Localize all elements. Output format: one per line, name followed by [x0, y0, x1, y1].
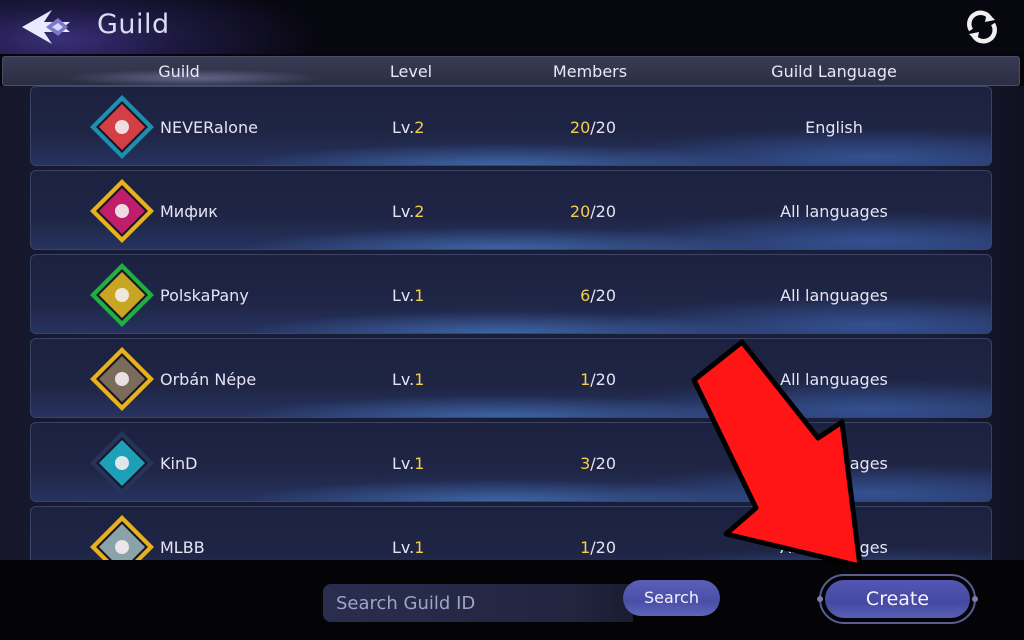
level-value: 1 — [414, 454, 425, 473]
guild-row[interactable]: Orbán Népe Lv.1 1/20 All languages — [30, 338, 992, 418]
guild-members: 1/20 — [566, 538, 616, 557]
guild-level: Lv.1 — [392, 454, 424, 473]
level-prefix: Lv. — [392, 286, 415, 305]
guild-row[interactable]: Мифик Lv.2 20/20 All languages — [30, 170, 992, 250]
column-header-level: Level — [389, 62, 433, 81]
guild-language: All languages — [780, 370, 888, 389]
guild-list[interactable]: NEVERalone Lv.2 20/20 English Мифик Lv.2 20/20… — [0, 86, 1024, 560]
guild-level: Lv.2 — [392, 202, 424, 221]
demon-cat-emblem-icon — [90, 179, 154, 243]
members-max: /20 — [590, 118, 616, 137]
refresh-button[interactable] — [963, 8, 1001, 46]
guild-name: NEVERalone — [160, 118, 258, 137]
crown-emblem-icon — [90, 95, 154, 159]
guild-level: Lv.1 — [392, 538, 424, 557]
horned-skull-emblem-icon — [90, 431, 154, 495]
members-current: 1 — [580, 538, 591, 557]
guild-name: PolskaPany — [160, 286, 249, 305]
guild-members: 3/20 — [566, 454, 616, 473]
members-max: /20 — [590, 538, 616, 557]
guild-row[interactable]: PolskaPany Lv.1 6/20 All languages — [30, 254, 992, 334]
level-value: 1 — [414, 286, 425, 305]
bottom-bar: Search Create — [0, 560, 1024, 640]
guild-row[interactable]: NEVERalone Lv.2 20/20 English — [30, 86, 992, 166]
spiral-emblem-icon — [90, 347, 154, 411]
guild-members: 20/20 — [566, 118, 616, 137]
guild-members: 6/20 — [566, 286, 616, 305]
create-button[interactable]: Create — [817, 574, 978, 624]
level-prefix: Lv. — [392, 118, 415, 137]
level-prefix: Lv. — [392, 538, 415, 557]
members-max: /20 — [590, 286, 616, 305]
guild-language: All languages — [780, 538, 888, 557]
members-current: 3 — [580, 454, 591, 473]
guild-level: Lv.2 — [392, 118, 424, 137]
guild-language: English — [805, 118, 863, 137]
members-current: 1 — [580, 370, 591, 389]
table-header: Guild Level Members Guild Language — [2, 56, 1020, 87]
members-current: 20 — [569, 202, 591, 221]
guild-name: KinD — [160, 454, 198, 473]
guild-level: Lv.1 — [392, 286, 424, 305]
guild-name: MLBB — [160, 538, 205, 557]
back-button[interactable] — [18, 6, 78, 48]
level-prefix: Lv. — [392, 370, 415, 389]
level-value: 2 — [414, 118, 425, 137]
column-header-language: Guild Language — [771, 62, 897, 81]
guild-members: 20/20 — [566, 202, 616, 221]
members-current: 6 — [580, 286, 591, 305]
search-guild-id-input[interactable] — [323, 584, 633, 622]
level-prefix: Lv. — [392, 454, 415, 473]
guild-level: Lv.1 — [392, 370, 424, 389]
chevron-left-wings-icon — [22, 10, 70, 44]
button-ornament — [817, 596, 823, 602]
guild-name: Мифик — [160, 202, 218, 221]
level-value: 1 — [414, 370, 425, 389]
top-bar: Guild — [0, 0, 1024, 54]
create-button-label: Create — [825, 580, 970, 618]
members-max: /20 — [590, 202, 616, 221]
guild-row[interactable]: KinD Lv.1 3/20 All languages — [30, 422, 992, 502]
guild-name: Orbán Népe — [160, 370, 257, 389]
guild-language: All languages — [780, 286, 888, 305]
guild-members: 1/20 — [566, 370, 616, 389]
search-button[interactable]: Search — [623, 580, 720, 616]
column-header-guild: Guild — [158, 62, 200, 81]
members-max: /20 — [590, 454, 616, 473]
dragon-emblem-icon — [90, 515, 154, 560]
column-header-members: Members — [552, 62, 628, 81]
level-value: 2 — [414, 202, 425, 221]
guild-language: All languages — [780, 454, 888, 473]
wolf-emblem-icon — [90, 263, 154, 327]
guild-row[interactable]: MLBB Lv.1 1/20 All languages — [30, 506, 992, 560]
level-value: 1 — [414, 538, 425, 557]
guild-language: All languages — [780, 202, 888, 221]
members-max: /20 — [590, 370, 616, 389]
members-current: 20 — [569, 118, 591, 137]
page-title: Guild — [97, 9, 170, 40]
button-ornament — [972, 596, 978, 602]
level-prefix: Lv. — [392, 202, 415, 221]
